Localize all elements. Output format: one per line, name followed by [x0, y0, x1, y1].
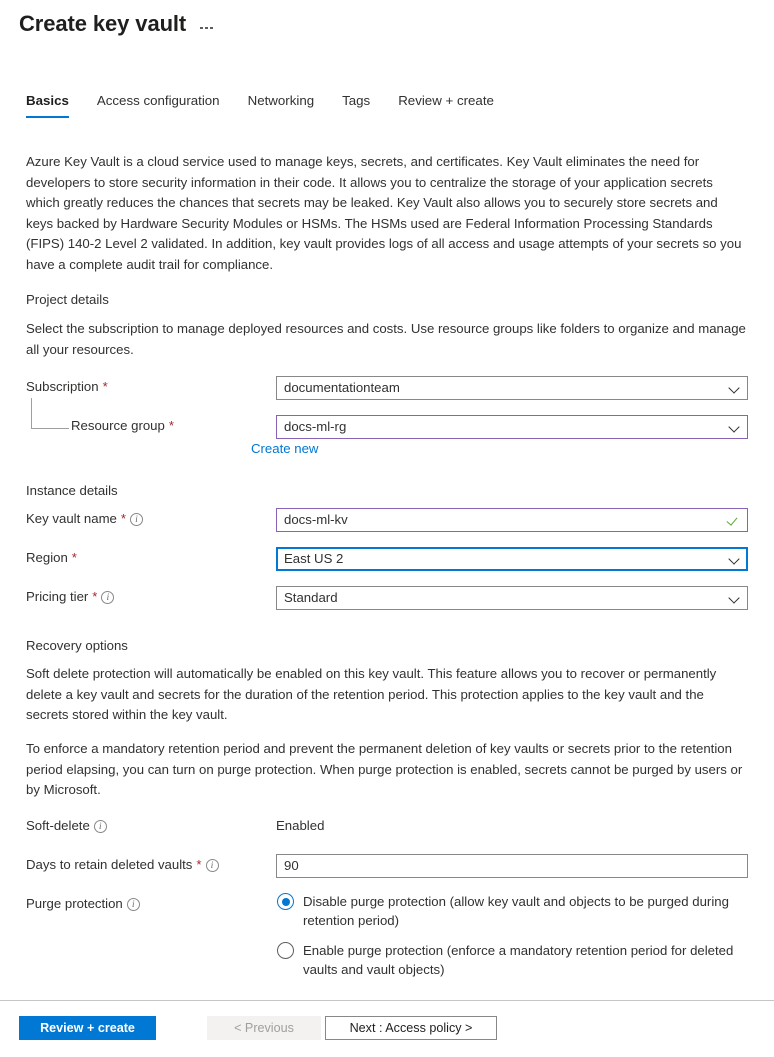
soft-delete-row: Soft-delete i Enabled	[26, 815, 748, 837]
resource-group-value: docs-ml-rg	[284, 419, 347, 434]
tab-access-configuration[interactable]: Access configuration	[97, 92, 234, 118]
previous-button: < Previous	[207, 1016, 321, 1040]
subscription-label-text: Subscription	[26, 379, 99, 394]
required-asterisk: *	[92, 589, 98, 604]
soft-delete-value: Enabled	[276, 818, 325, 833]
key-vault-name-label: Key vault name * i	[26, 508, 144, 530]
create-new-resource-group-link[interactable]: Create new	[251, 440, 318, 458]
required-asterisk: *	[71, 550, 77, 565]
radio-option-enable-purge-protection[interactable]: Enable purge protection (enforce a manda…	[277, 941, 745, 979]
next-access-policy-button[interactable]: Next : Access policy >	[325, 1016, 497, 1040]
instance-details-heading: Instance details	[26, 483, 118, 498]
info-icon[interactable]: i	[126, 898, 140, 911]
chevron-down-icon	[730, 422, 740, 432]
region-label-text: Region	[26, 550, 68, 565]
checkmark-valid-icon	[727, 514, 740, 527]
purge-protection-label-text: Purge protection	[26, 896, 123, 911]
chevron-down-icon	[730, 383, 740, 393]
recovery-options-heading: Recovery options	[26, 638, 128, 653]
review-create-button[interactable]: Review + create	[19, 1016, 156, 1040]
footer-divider	[0, 1000, 774, 1001]
required-asterisk: *	[102, 379, 108, 394]
radio-option-disable-purge-protection[interactable]: Disable purge protection (allow key vaul…	[277, 892, 745, 930]
key-vault-name-value: docs-ml-kv	[284, 512, 348, 527]
key-vault-name-input[interactable]: docs-ml-kv	[276, 508, 748, 532]
info-icon[interactable]: i	[130, 513, 144, 526]
pricing-tier-label: Pricing tier * i	[26, 586, 115, 608]
resource-group-row: Resource group * docs-ml-rg	[26, 415, 748, 439]
project-details-description: Select the subscription to manage deploy…	[26, 321, 746, 357]
blade-header: Create key vault	[19, 10, 213, 38]
pricing-tier-value: Standard	[284, 590, 338, 605]
tab-basics[interactable]: Basics	[26, 92, 83, 118]
chevron-down-icon	[730, 554, 740, 564]
resource-group-label-text: Resource group	[71, 418, 165, 433]
subscription-row: Subscription * documentationteam	[26, 376, 748, 400]
chevron-down-icon	[730, 593, 740, 603]
region-dropdown[interactable]: East US 2	[276, 547, 748, 571]
region-row: Region * East US 2	[26, 547, 748, 571]
subscription-value: documentationteam	[284, 380, 400, 395]
key-vault-name-label-text: Key vault name	[26, 511, 117, 526]
page-title: Create key vault	[19, 11, 187, 36]
key-vault-name-row: Key vault name * i docs-ml-kv	[26, 508, 748, 532]
soft-delete-label: Soft-delete i	[26, 815, 107, 837]
project-details-heading: Project details	[26, 292, 109, 307]
purge-protection-label: Purge protection i	[26, 893, 140, 915]
tab-tags[interactable]: Tags	[342, 92, 384, 118]
radio-disable-purge-icon[interactable]	[277, 893, 294, 910]
subscription-dropdown[interactable]: documentationteam	[276, 376, 748, 400]
region-value: East US 2	[284, 551, 344, 566]
subscription-label: Subscription *	[26, 376, 108, 398]
intro-paragraph: Azure Key Vault is a cloud service used …	[26, 154, 742, 272]
days-to-retain-label-text: Days to retain deleted vaults	[26, 857, 193, 872]
required-asterisk: *	[168, 418, 174, 433]
info-icon[interactable]: i	[93, 820, 107, 833]
more-options-icon[interactable]	[200, 11, 213, 37]
purge-protection-radio-group: Disable purge protection (allow key vaul…	[277, 892, 745, 990]
recovery-paragraph-2: To enforce a mandatory retention period …	[26, 741, 743, 797]
pricing-tier-row: Pricing tier * i Standard	[26, 586, 748, 610]
tab-review-create[interactable]: Review + create	[398, 92, 508, 118]
tab-bar: Basics Access configuration Networking T…	[26, 92, 522, 118]
info-icon[interactable]: i	[205, 859, 219, 872]
days-to-retain-input[interactable]: 90	[276, 854, 748, 878]
recovery-paragraph-1: Soft delete protection will automaticall…	[26, 666, 717, 722]
pricing-tier-dropdown[interactable]: Standard	[276, 586, 748, 610]
resource-group-dropdown[interactable]: docs-ml-rg	[276, 415, 748, 439]
radio-enable-purge-label: Enable purge protection (enforce a manda…	[303, 943, 734, 977]
required-asterisk: *	[120, 511, 127, 526]
create-key-vault-blade: Create key vault Basics Access configura…	[0, 0, 774, 1057]
region-label: Region *	[26, 547, 77, 569]
days-to-retain-row: Days to retain deleted vaults * i 90	[26, 854, 748, 878]
radio-disable-purge-label: Disable purge protection (allow key vaul…	[303, 894, 729, 928]
days-to-retain-label: Days to retain deleted vaults * i	[26, 854, 219, 876]
pricing-tier-label-text: Pricing tier	[26, 589, 89, 604]
info-icon[interactable]: i	[101, 591, 115, 604]
days-to-retain-value: 90	[284, 858, 299, 873]
required-asterisk: *	[196, 857, 202, 872]
radio-enable-purge-icon[interactable]	[277, 942, 294, 959]
tab-networking[interactable]: Networking	[248, 92, 329, 118]
resource-group-label: Resource group *	[71, 415, 174, 437]
soft-delete-label-text: Soft-delete	[26, 818, 90, 833]
